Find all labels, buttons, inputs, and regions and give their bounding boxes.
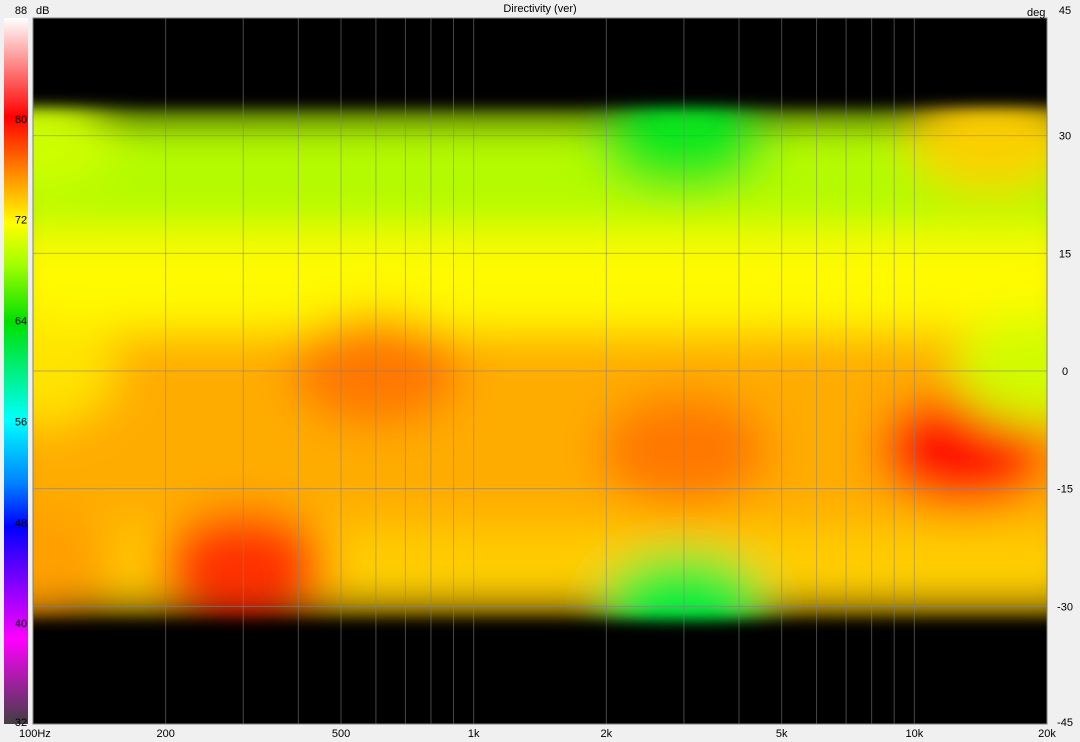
x-tick-label: 500 [332, 728, 350, 740]
y-axis-ticks: 45 30 15 0 -15 -30 -45 [1057, 5, 1073, 729]
directivity-chart: 88 80 72 64 56 48 40 32 dB Directivity (ver) de… [0, 0, 1080, 742]
colorbar-tick-label: 88 [15, 5, 27, 17]
y-tick-label: -15 [1057, 484, 1073, 496]
x-tick-label: 1k [468, 728, 480, 740]
colorbar-tick-label: 80 [15, 114, 27, 126]
no-data-region-top [33, 18, 1047, 107]
y-tick-label: 45 [1059, 5, 1071, 17]
y-tick-label: 30 [1059, 131, 1071, 143]
x-tick-label: 10k [905, 728, 923, 740]
colorbar-unit-label: dB [36, 5, 49, 17]
y-tick-label: 0 [1062, 366, 1068, 378]
colorbar-tick-label: 72 [15, 215, 27, 227]
x-tick-label: 2k [601, 728, 613, 740]
x-axis-ticks: 100Hz 200 500 1k 2k 5k 10k 20k [19, 728, 1056, 740]
x-tick-label: 200 [156, 728, 174, 740]
colorbar-tick-label: 40 [15, 618, 27, 630]
colorbar-tick-label: 56 [15, 416, 27, 428]
y-axis-unit-label: deg [1027, 7, 1045, 19]
x-tick-label: 100Hz [19, 728, 51, 740]
y-tick-label: 15 [1059, 248, 1071, 260]
colorbar-tick-label: 64 [15, 316, 27, 328]
colorbar-tick-label: 48 [15, 517, 27, 529]
chart-svg: 8880726456484032 dB Directivity (ver) de… [4, 3, 1073, 740]
y-tick-label: -45 [1057, 717, 1073, 729]
x-tick-label: 5k [776, 728, 788, 740]
y-tick-label: -30 [1057, 601, 1073, 613]
chart-title: Directivity (ver) [503, 3, 576, 15]
heatmap-band [33, 229, 1047, 332]
x-tick-label: 20k [1038, 728, 1056, 740]
